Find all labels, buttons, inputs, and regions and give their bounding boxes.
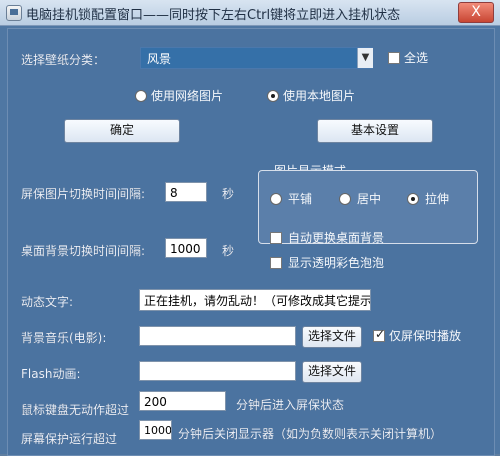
dynamic-text-label: 动态文字:: [21, 295, 74, 309]
config-window: 电脑挂机锁配置窗口——同时按下左右Ctrl键将立即进入挂机状态 X 选择壁纸分类…: [0, 0, 500, 456]
flash-animation-label: Flash动画:: [21, 367, 81, 381]
desktop-interval-input[interactable]: 1000: [165, 238, 207, 258]
display-mode-center-label: 居中: [357, 192, 382, 206]
desktop-interval-unit: 秒: [222, 244, 235, 258]
flash-choose-file-button[interactable]: 选择文件: [302, 361, 362, 383]
dynamic-text-input[interactable]: 正在挂机，请勿乱动！（可修改成其它提示: [139, 289, 371, 311]
background-music-input[interactable]: [139, 326, 296, 346]
basic-settings-button[interactable]: 基本设置: [317, 119, 433, 143]
client-area: 选择壁纸分类： 风景 ▼ 全选 使用网络图片 使用本地图片 确定 基本设置 屏保…: [7, 28, 495, 456]
auto-change-desktop-label: 自动更换桌面背景: [288, 231, 385, 245]
close-button[interactable]: X: [458, 2, 494, 23]
network-images-label: 使用网络图片: [151, 89, 224, 103]
wallpaper-category-label: 选择壁纸分类：: [21, 53, 106, 67]
display-mode-stretch-label: 拉伸: [425, 192, 450, 206]
wallpaper-category-select[interactable]: 风景: [140, 47, 373, 69]
play-during-screensaver-checkbox[interactable]: [373, 327, 385, 342]
idle-timeout-input[interactable]: 200: [139, 391, 226, 411]
app-icon: [6, 5, 22, 21]
local-images-label: 使用本地图片: [283, 89, 356, 103]
chevron-down-icon[interactable]: ▼: [357, 48, 373, 68]
screen-off-timeout-suffix: 分钟后关闭显示器（如为负数则表示关闭计算机）: [178, 427, 443, 441]
flash-animation-input[interactable]: [139, 361, 296, 381]
screen-off-timeout-input[interactable]: 10000: [139, 420, 172, 440]
network-images-radio[interactable]: [135, 90, 147, 102]
music-choose-file-button[interactable]: 选择文件: [302, 326, 362, 348]
select-all-label: 全选: [404, 51, 429, 65]
display-mode-tile-label: 平铺: [288, 192, 313, 206]
screensaver-interval-input[interactable]: 8: [165, 182, 207, 202]
transparent-bubbles-label: 显示透明彩色泡泡: [288, 256, 385, 270]
desktop-interval-label: 桌面背景切换时间间隔:: [21, 244, 146, 258]
confirm-button[interactable]: 确定: [64, 119, 180, 143]
screen-off-timeout-label: 屏幕保护运行超过: [21, 432, 118, 446]
screensaver-interval-unit: 秒: [222, 187, 235, 201]
play-during-screensaver-label: 仅屏保时播放: [389, 329, 462, 343]
display-mode-tile-radio[interactable]: [270, 193, 282, 205]
select-all-checkbox[interactable]: [388, 52, 400, 64]
display-mode-stretch-radio[interactable]: [407, 193, 419, 205]
background-music-label: 背景音乐(电影):: [21, 331, 107, 345]
transparent-bubbles-checkbox[interactable]: [270, 257, 282, 269]
title-bar: 电脑挂机锁配置窗口——同时按下左右Ctrl键将立即进入挂机状态 X: [0, 0, 500, 26]
screensaver-interval-label: 屏保图片切换时间间隔:: [21, 187, 146, 201]
idle-timeout-label: 鼠标键盘无动作超过: [21, 403, 130, 417]
idle-timeout-suffix: 分钟后进入屏保状态: [236, 398, 345, 412]
display-mode-center-radio[interactable]: [339, 193, 351, 205]
local-images-radio[interactable]: [267, 90, 279, 102]
auto-change-desktop-checkbox[interactable]: [270, 232, 282, 244]
window-title: 电脑挂机锁配置窗口——同时按下左右Ctrl键将立即进入挂机状态: [26, 8, 401, 23]
